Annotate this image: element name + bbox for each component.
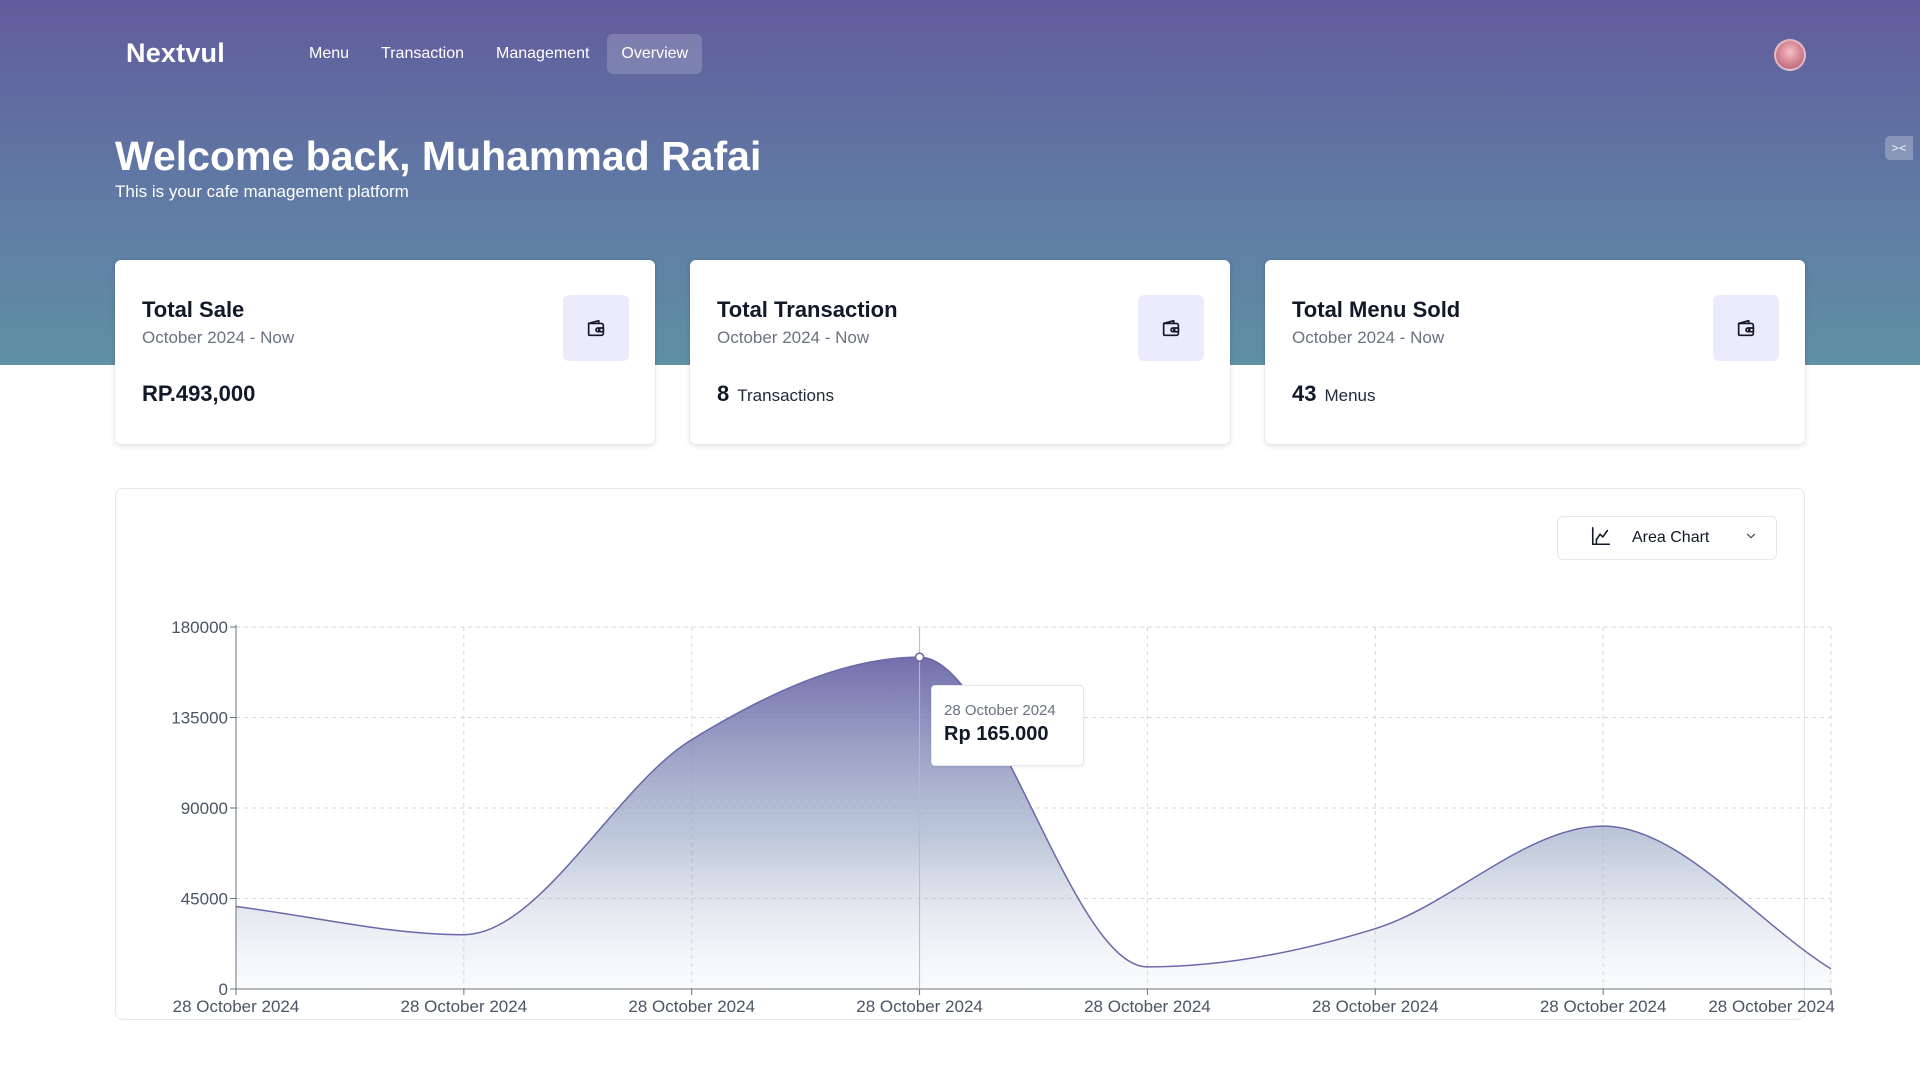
y-tick-label: 180000 [171, 618, 228, 637]
y-tick-label: 45000 [181, 890, 228, 909]
y-tick-label: 135000 [171, 709, 228, 728]
x-tick-label: 28 October 2024 [628, 997, 755, 1016]
x-tick-label: 28 October 2024 [1084, 997, 1211, 1016]
tooltip-value: Rp 165.000 [944, 723, 1049, 745]
tooltip-date: 28 October 2024 [944, 702, 1056, 719]
hover-point [914, 652, 925, 662]
x-tick-label: 28 October 2024 [1708, 997, 1835, 1016]
x-tick-label: 28 October 2024 [401, 997, 528, 1016]
x-tick-label: 28 October 2024 [173, 997, 300, 1016]
x-tick-label: 28 October 2024 [1312, 997, 1439, 1016]
y-tick-label: 90000 [181, 799, 228, 818]
x-tick-label: 28 October 2024 [856, 997, 983, 1016]
area-chart: 0450009000013500018000028 October 2024 28… [171, 618, 1835, 1016]
x-tick-label: 28 October 2024 [1540, 997, 1667, 1016]
chart-tooltip: 28 October 2024 Rp 165.000 [931, 685, 1084, 766]
